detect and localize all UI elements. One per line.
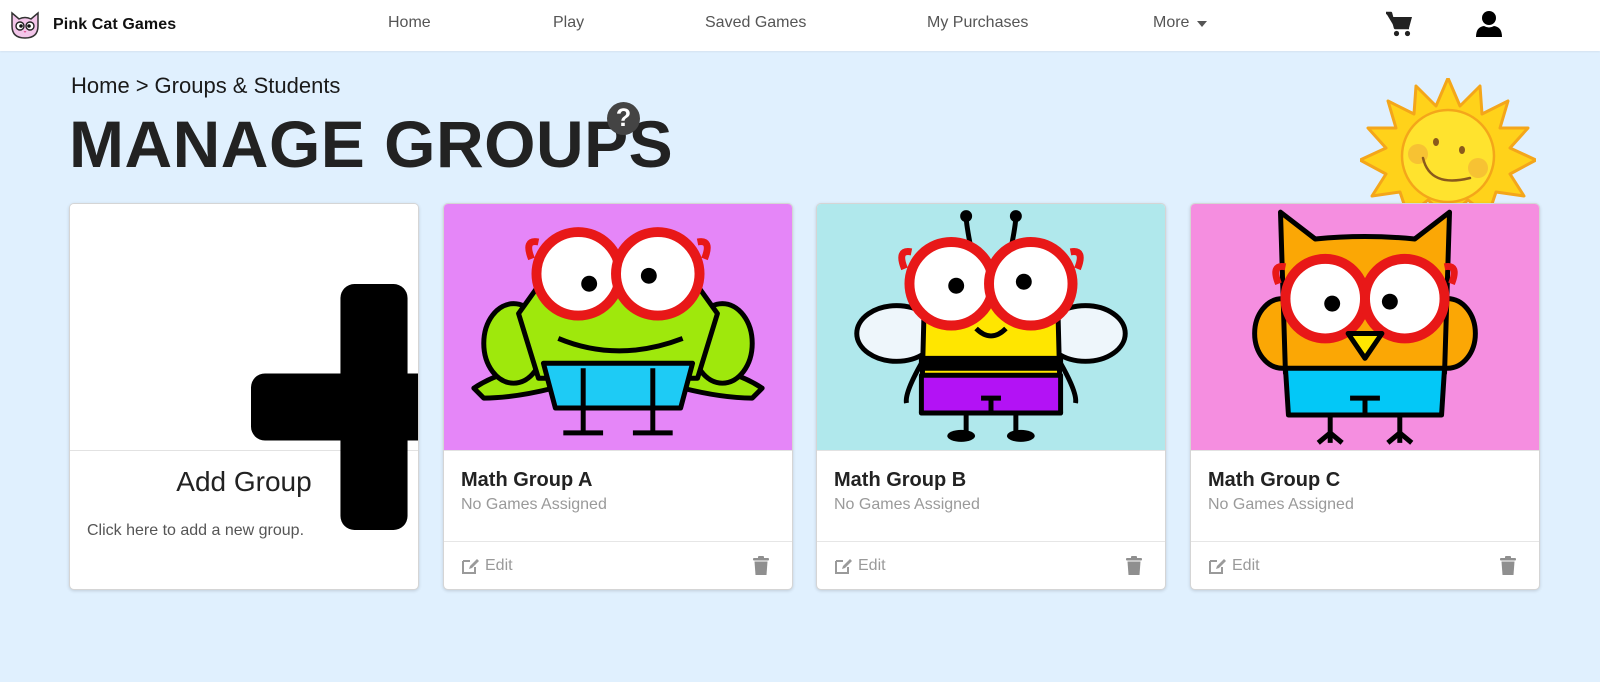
group-status: No Games Assigned [461, 496, 607, 513]
nav-my-purchases[interactable]: My Purchases [927, 14, 1028, 32]
group-card[interactable]: Math Group A No Games Assigned Edit [443, 203, 793, 590]
nav-more-dropdown[interactable]: More [1153, 14, 1208, 32]
smiling-sun-icon [1360, 78, 1536, 204]
brand-name: Pink Cat Games [53, 16, 177, 33]
frog-with-glasses-icon [471, 227, 765, 436]
edit-icon [1209, 559, 1226, 574]
user-icon [1476, 11, 1502, 37]
add-group-title: Add Group [176, 466, 312, 497]
sun-decoration [1360, 78, 1536, 204]
breadcrumb-current: Groups & Students [154, 73, 341, 98]
group-avatar [817, 204, 1165, 451]
edit-label: Edit [858, 557, 886, 574]
brand-link[interactable]: Pink Cat Games [9, 10, 176, 40]
nav-home[interactable]: Home [388, 14, 431, 32]
pink-cat-logo-icon [11, 11, 39, 39]
trash-icon[interactable] [753, 556, 769, 575]
nav-play[interactable]: Play [553, 14, 584, 32]
top-navbar: Pink Cat Games Home Play Saved Games My … [0, 0, 1600, 51]
nav-saved-games[interactable]: Saved Games [705, 14, 806, 32]
cart-button[interactable] [1385, 10, 1415, 38]
bee-with-glasses-icon [854, 210, 1128, 442]
edit-group-button[interactable]: Edit [461, 557, 513, 575]
caret-down-icon [1197, 21, 1208, 27]
group-status: No Games Assigned [1208, 496, 1354, 513]
group-status: No Games Assigned [834, 496, 980, 513]
page-title: MANAGE GROUPS [69, 107, 674, 181]
breadcrumb-separator: > [135, 73, 149, 98]
user-account-button[interactable] [1475, 10, 1503, 38]
shopping-cart-icon [1386, 11, 1412, 37]
group-name: Math Group B [834, 469, 967, 491]
breadcrumb-home[interactable]: Home [71, 73, 130, 98]
add-group-card[interactable]: Add Group Click here to add a new group. [69, 203, 419, 590]
trash-icon[interactable] [1500, 556, 1516, 575]
edit-label: Edit [1232, 557, 1260, 574]
edit-group-button[interactable]: Edit [1208, 557, 1260, 575]
edit-group-button[interactable]: Edit [834, 557, 886, 575]
card-footer: Edit [444, 541, 792, 589]
group-card[interactable]: Math Group B No Games Assigned Edit [816, 203, 1166, 590]
edit-label: Edit [485, 557, 513, 574]
owl-with-glasses-icon [1252, 209, 1478, 445]
card-footer: Edit [1191, 541, 1539, 589]
edit-icon [835, 559, 852, 574]
group-card[interactable]: Math Group C No Games Assigned Edit [1190, 203, 1540, 590]
edit-icon [462, 559, 479, 574]
group-avatar [444, 204, 792, 451]
help-icon[interactable]: ? [607, 102, 640, 135]
add-group-image-area [70, 204, 418, 530]
group-name: Math Group A [461, 469, 593, 491]
group-avatar [1191, 204, 1539, 451]
card-footer: Edit [817, 541, 1165, 589]
breadcrumb: Home > Groups & Students [71, 73, 340, 99]
nav-more-label: More [1153, 14, 1190, 31]
group-name: Math Group C [1208, 469, 1341, 491]
trash-icon[interactable] [1126, 556, 1142, 575]
add-group-description: Click here to add a new group. [87, 522, 305, 539]
